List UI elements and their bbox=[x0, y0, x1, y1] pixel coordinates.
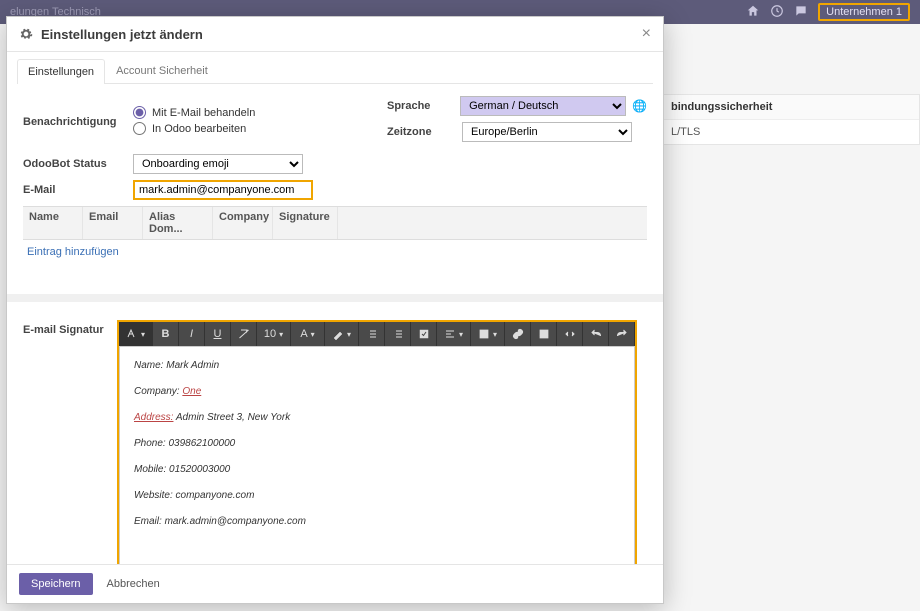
modal-title: Einstellungen jetzt ändern bbox=[41, 27, 642, 42]
cancel-button[interactable]: Abbrechen bbox=[101, 573, 166, 595]
clock-icon[interactable] bbox=[770, 4, 784, 21]
bg-panel-value: L/TLS bbox=[661, 120, 919, 144]
radio-by-email[interactable] bbox=[133, 106, 146, 119]
tab-security[interactable]: Account Sicherheit bbox=[105, 58, 219, 83]
undo-button[interactable] bbox=[583, 322, 609, 346]
modal-footer: Speichern Abbrechen bbox=[7, 564, 663, 603]
chat-icon[interactable] bbox=[794, 4, 808, 21]
align-dropdown[interactable]: ▾ bbox=[437, 322, 471, 346]
alias-grid: Name Email Alias Dom... Company Signatur… bbox=[23, 206, 647, 264]
col-email: Email bbox=[83, 207, 143, 239]
table-dropdown[interactable]: ▾ bbox=[471, 322, 505, 346]
modal-header: Einstellungen jetzt ändern × bbox=[7, 17, 663, 52]
tabs: Einstellungen Account Sicherheit bbox=[17, 58, 653, 84]
image-button[interactable] bbox=[531, 322, 557, 346]
save-button[interactable]: Speichern bbox=[19, 573, 93, 595]
col-alias: Alias Dom... bbox=[143, 207, 213, 239]
close-icon[interactable]: × bbox=[642, 25, 651, 43]
add-entry-link[interactable]: Eintrag hinzufügen bbox=[23, 240, 647, 264]
underline-button[interactable]: U bbox=[205, 322, 231, 346]
radio-in-odoo[interactable] bbox=[133, 122, 146, 135]
highlight-dropdown[interactable]: ▾ bbox=[325, 322, 359, 346]
checklist-button[interactable] bbox=[411, 322, 437, 346]
clear-format-button[interactable] bbox=[231, 322, 257, 346]
label-language: Sprache bbox=[387, 100, 460, 112]
language-select[interactable]: German / Deutsch bbox=[460, 96, 626, 116]
italic-button[interactable]: I bbox=[179, 322, 205, 346]
editor-toolbar: ▾ B I U 10▾ A▾ ▾ ▾ ▾ bbox=[119, 322, 635, 346]
font-size-dropdown[interactable]: 10▾ bbox=[257, 322, 291, 346]
bg-panel: bindungssicherheit L/TLS bbox=[660, 94, 920, 145]
gear-icon bbox=[19, 27, 33, 41]
radio-in-odoo-label: In Odoo bearbeiten bbox=[152, 123, 246, 135]
font-color-dropdown[interactable]: A▾ bbox=[291, 322, 325, 346]
email-field[interactable] bbox=[133, 180, 313, 200]
preferences-modal: Einstellungen jetzt ändern × Einstellung… bbox=[6, 16, 664, 604]
col-name: Name bbox=[23, 207, 83, 239]
signature-editor[interactable]: Name: Mark Admin Company: One Address: A… bbox=[119, 346, 635, 564]
odoobot-select[interactable]: Onboarding emoji bbox=[133, 154, 303, 174]
label-timezone: Zeitzone bbox=[387, 126, 462, 138]
signature-editor-wrap: ▾ B I U 10▾ A▾ ▾ ▾ ▾ bbox=[117, 320, 637, 564]
bold-button[interactable]: B bbox=[153, 322, 179, 346]
list-ul-button[interactable] bbox=[359, 322, 385, 346]
code-button[interactable] bbox=[557, 322, 583, 346]
timezone-select[interactable]: Europe/Berlin bbox=[462, 122, 632, 142]
link-button[interactable] bbox=[505, 322, 531, 346]
globe-icon[interactable]: 🌐 bbox=[632, 99, 647, 113]
bg-panel-header: bindungssicherheit bbox=[661, 95, 919, 120]
radio-by-email-label: Mit E-Mail behandeln bbox=[152, 107, 255, 119]
col-signature: Signature bbox=[273, 207, 338, 239]
style-dropdown[interactable]: ▾ bbox=[119, 322, 153, 346]
label-signature: E-mail Signatur bbox=[23, 324, 117, 336]
col-company: Company bbox=[213, 207, 273, 239]
label-odoobot: OdooBot Status bbox=[23, 158, 133, 170]
company-switcher[interactable]: Unternehmen 1 bbox=[818, 3, 910, 21]
home-icon[interactable] bbox=[746, 4, 760, 21]
list-ol-button[interactable] bbox=[385, 322, 411, 346]
label-email: E-Mail bbox=[23, 184, 133, 196]
redo-button[interactable] bbox=[609, 322, 635, 346]
tab-settings[interactable]: Einstellungen bbox=[17, 59, 105, 84]
label-notification: Benachrichtigung bbox=[23, 116, 133, 128]
